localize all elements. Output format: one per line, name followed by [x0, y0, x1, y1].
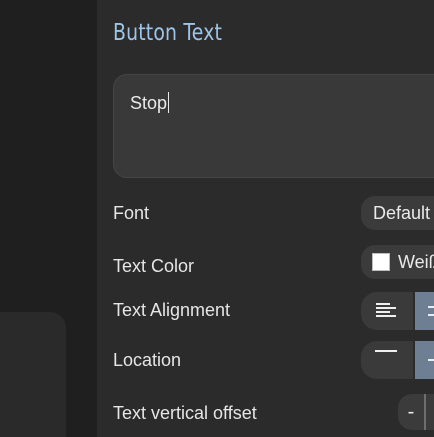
text-color-select[interactable]: Weiß	[361, 245, 434, 279]
color-swatch	[372, 253, 390, 271]
offset-value-field[interactable]	[426, 394, 434, 430]
offset-decrement-button[interactable]: -	[398, 394, 424, 430]
properties-panel: Button Text Stop Font Default Text Color…	[97, 0, 434, 437]
left-card	[0, 312, 66, 437]
button-text-value: Stop	[130, 93, 168, 113]
location-middle-button[interactable]	[415, 341, 434, 379]
text-vertical-offset-label: Text vertical offset	[113, 403, 257, 423]
font-select[interactable]: Default	[361, 196, 434, 230]
button-text-value-wrap: Stop	[130, 92, 170, 114]
location-top-button[interactable]	[361, 341, 413, 379]
button-text-input[interactable]: Stop	[113, 74, 434, 178]
text-color-value: Weiß	[398, 252, 434, 272]
align-center-button[interactable]	[415, 292, 434, 330]
left-pane	[0, 0, 97, 437]
font-label: Font	[113, 203, 150, 223]
text-alignment-label: Text Alignment	[113, 300, 231, 320]
align-left-button[interactable]	[361, 292, 413, 330]
location-label: Location	[113, 350, 182, 370]
section-title: Button Text	[113, 20, 223, 46]
text-caret	[168, 92, 170, 113]
app-root: Button Text Stop Font Default Text Color…	[0, 0, 434, 437]
text-color-label: Text Color	[113, 256, 195, 276]
font-select-value: Default	[373, 203, 431, 223]
